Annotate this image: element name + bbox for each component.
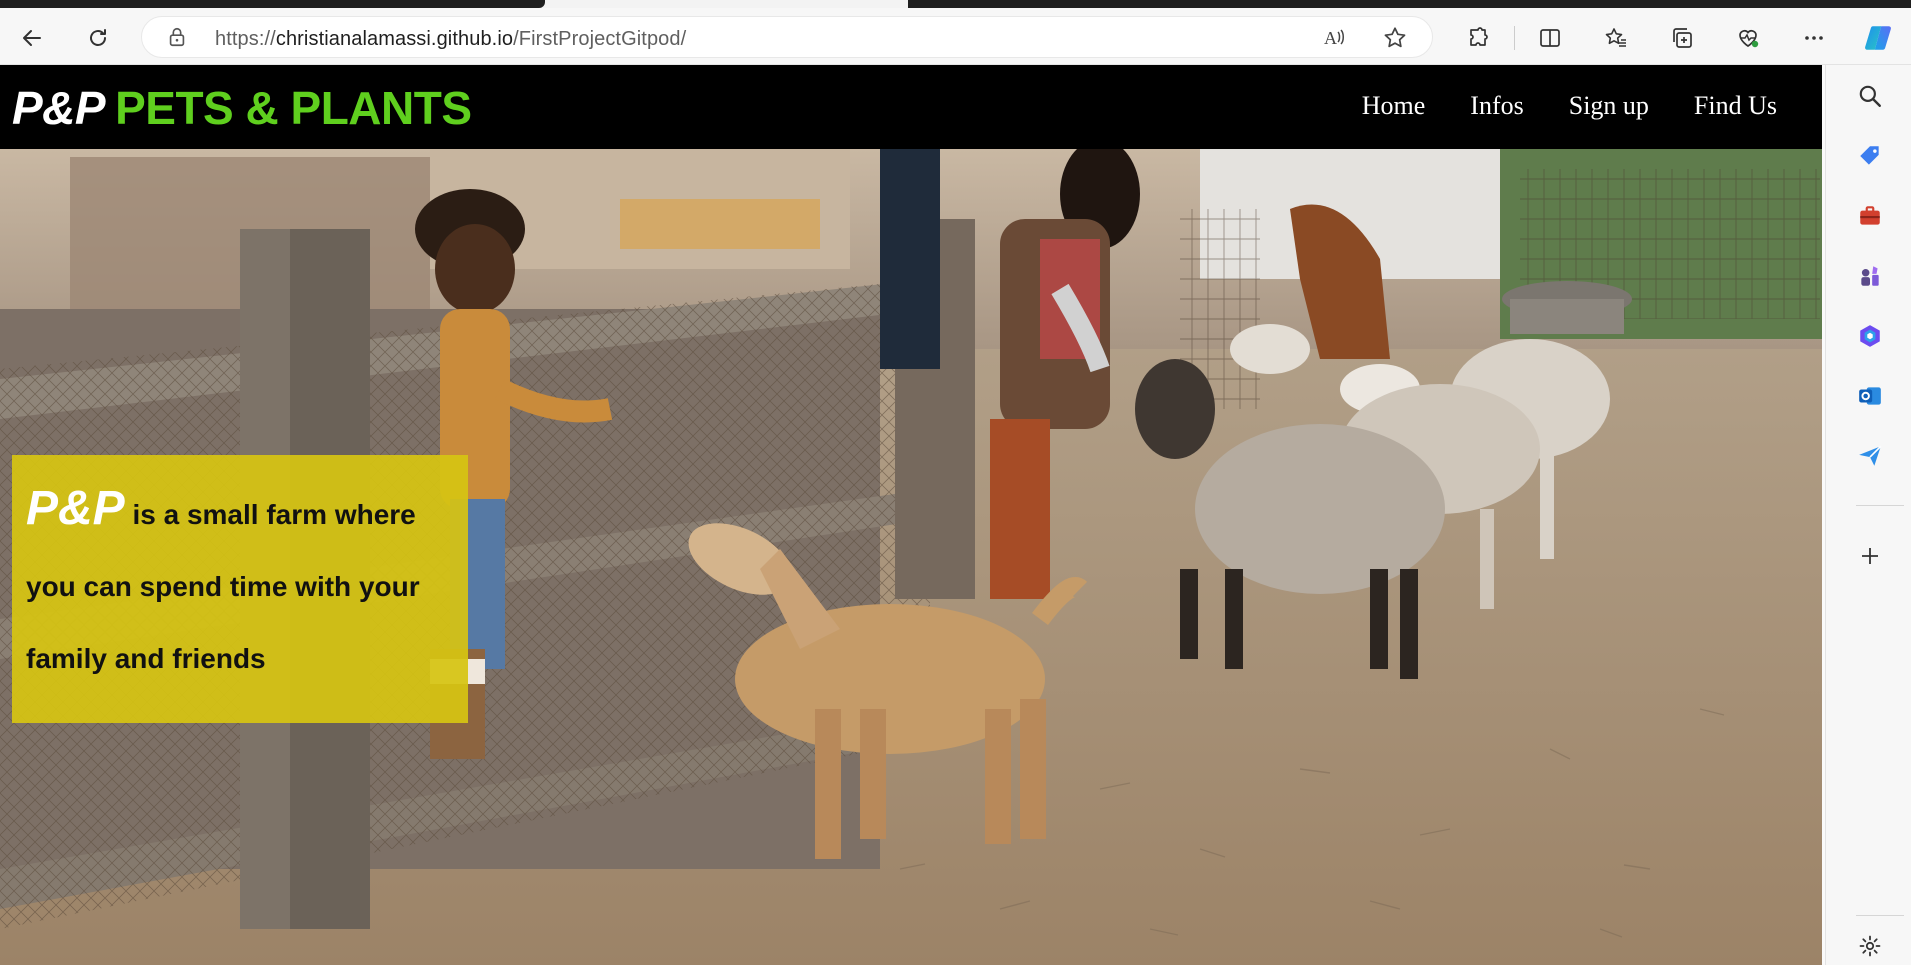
intro-brand: P&P — [26, 482, 125, 535]
extensions-icon[interactable] — [1460, 20, 1496, 56]
nav-find-us[interactable]: Find Us — [1694, 91, 1777, 121]
favorite-icon[interactable] — [1382, 25, 1408, 51]
intro-box: P&P is a small farm where you can spend … — [12, 455, 468, 723]
intro-line-3: family and friends — [26, 643, 266, 674]
site-logo[interactable]: P&P PETS & PLANTS — [12, 81, 472, 135]
read-aloud-icon[interactable]: A — [1323, 26, 1347, 50]
back-icon[interactable] — [14, 20, 50, 56]
url-prefix: https:// — [215, 28, 276, 50]
tools-icon[interactable] — [1855, 201, 1885, 231]
drop-icon[interactable] — [1855, 441, 1885, 471]
collections-icon[interactable] — [1664, 20, 1700, 56]
split-screen-icon[interactable] — [1532, 20, 1568, 56]
page-viewport: P&P PETS & PLANTS Home Infos Sign up Find… — [0, 65, 1822, 965]
logo-name: PETS & PLANTS — [115, 82, 472, 134]
shopping-icon[interactable] — [1855, 141, 1885, 171]
favorites-icon[interactable] — [1598, 20, 1634, 56]
hero-section: P&P is a small farm where you can spend … — [0, 149, 1822, 965]
browser-toolbar: https://christianalamassi.github.io/Firs… — [0, 8, 1911, 65]
refresh-icon[interactable] — [80, 20, 116, 56]
copilot-icon[interactable] — [1860, 20, 1896, 56]
address-bar[interactable]: https://christianalamassi.github.io/Firs… — [141, 16, 1433, 58]
more-icon[interactable] — [1796, 20, 1832, 56]
sidebar-divider — [1856, 505, 1904, 506]
lock-icon[interactable] — [166, 26, 188, 48]
toolbar-divider — [1514, 26, 1515, 50]
site-header: P&P PETS & PLANTS Home Infos Sign up Find… — [0, 65, 1822, 149]
tab-strip-dark-right — [908, 0, 1911, 8]
url-path: /FirstProjectGitpod/ — [513, 28, 687, 50]
office-icon[interactable] — [1855, 321, 1885, 351]
nav-infos[interactable]: Infos — [1470, 91, 1523, 121]
sidebar-divider-bottom — [1856, 915, 1904, 916]
edge-sidebar — [1825, 65, 1911, 965]
url-text: https://christianalamassi.github.io/Firs… — [215, 28, 686, 51]
intro-line-2: you can spend time with your — [26, 571, 420, 602]
svg-text:A: A — [1324, 28, 1337, 48]
search-icon[interactable] — [1855, 81, 1885, 111]
outlook-icon[interactable] — [1855, 381, 1885, 411]
settings-icon[interactable] — [1855, 931, 1885, 961]
logo-short: P&P — [12, 82, 106, 134]
intro-text: P&P is a small farm where you can spend … — [26, 473, 454, 695]
nav-sign-up[interactable]: Sign up — [1569, 91, 1649, 121]
intro-line-1: is a small farm where — [132, 499, 416, 530]
nav-home[interactable]: Home — [1362, 91, 1426, 121]
tab-strip-dark-left — [0, 0, 545, 8]
add-icon[interactable] — [1855, 541, 1885, 571]
url-host: christianalamassi.github.io — [275, 28, 514, 50]
tab-strip — [0, 0, 1911, 8]
games-icon[interactable] — [1855, 261, 1885, 291]
main-nav: Home Infos Sign up Find Us — [1362, 91, 1777, 121]
browser-essentials-icon[interactable] — [1730, 20, 1766, 56]
